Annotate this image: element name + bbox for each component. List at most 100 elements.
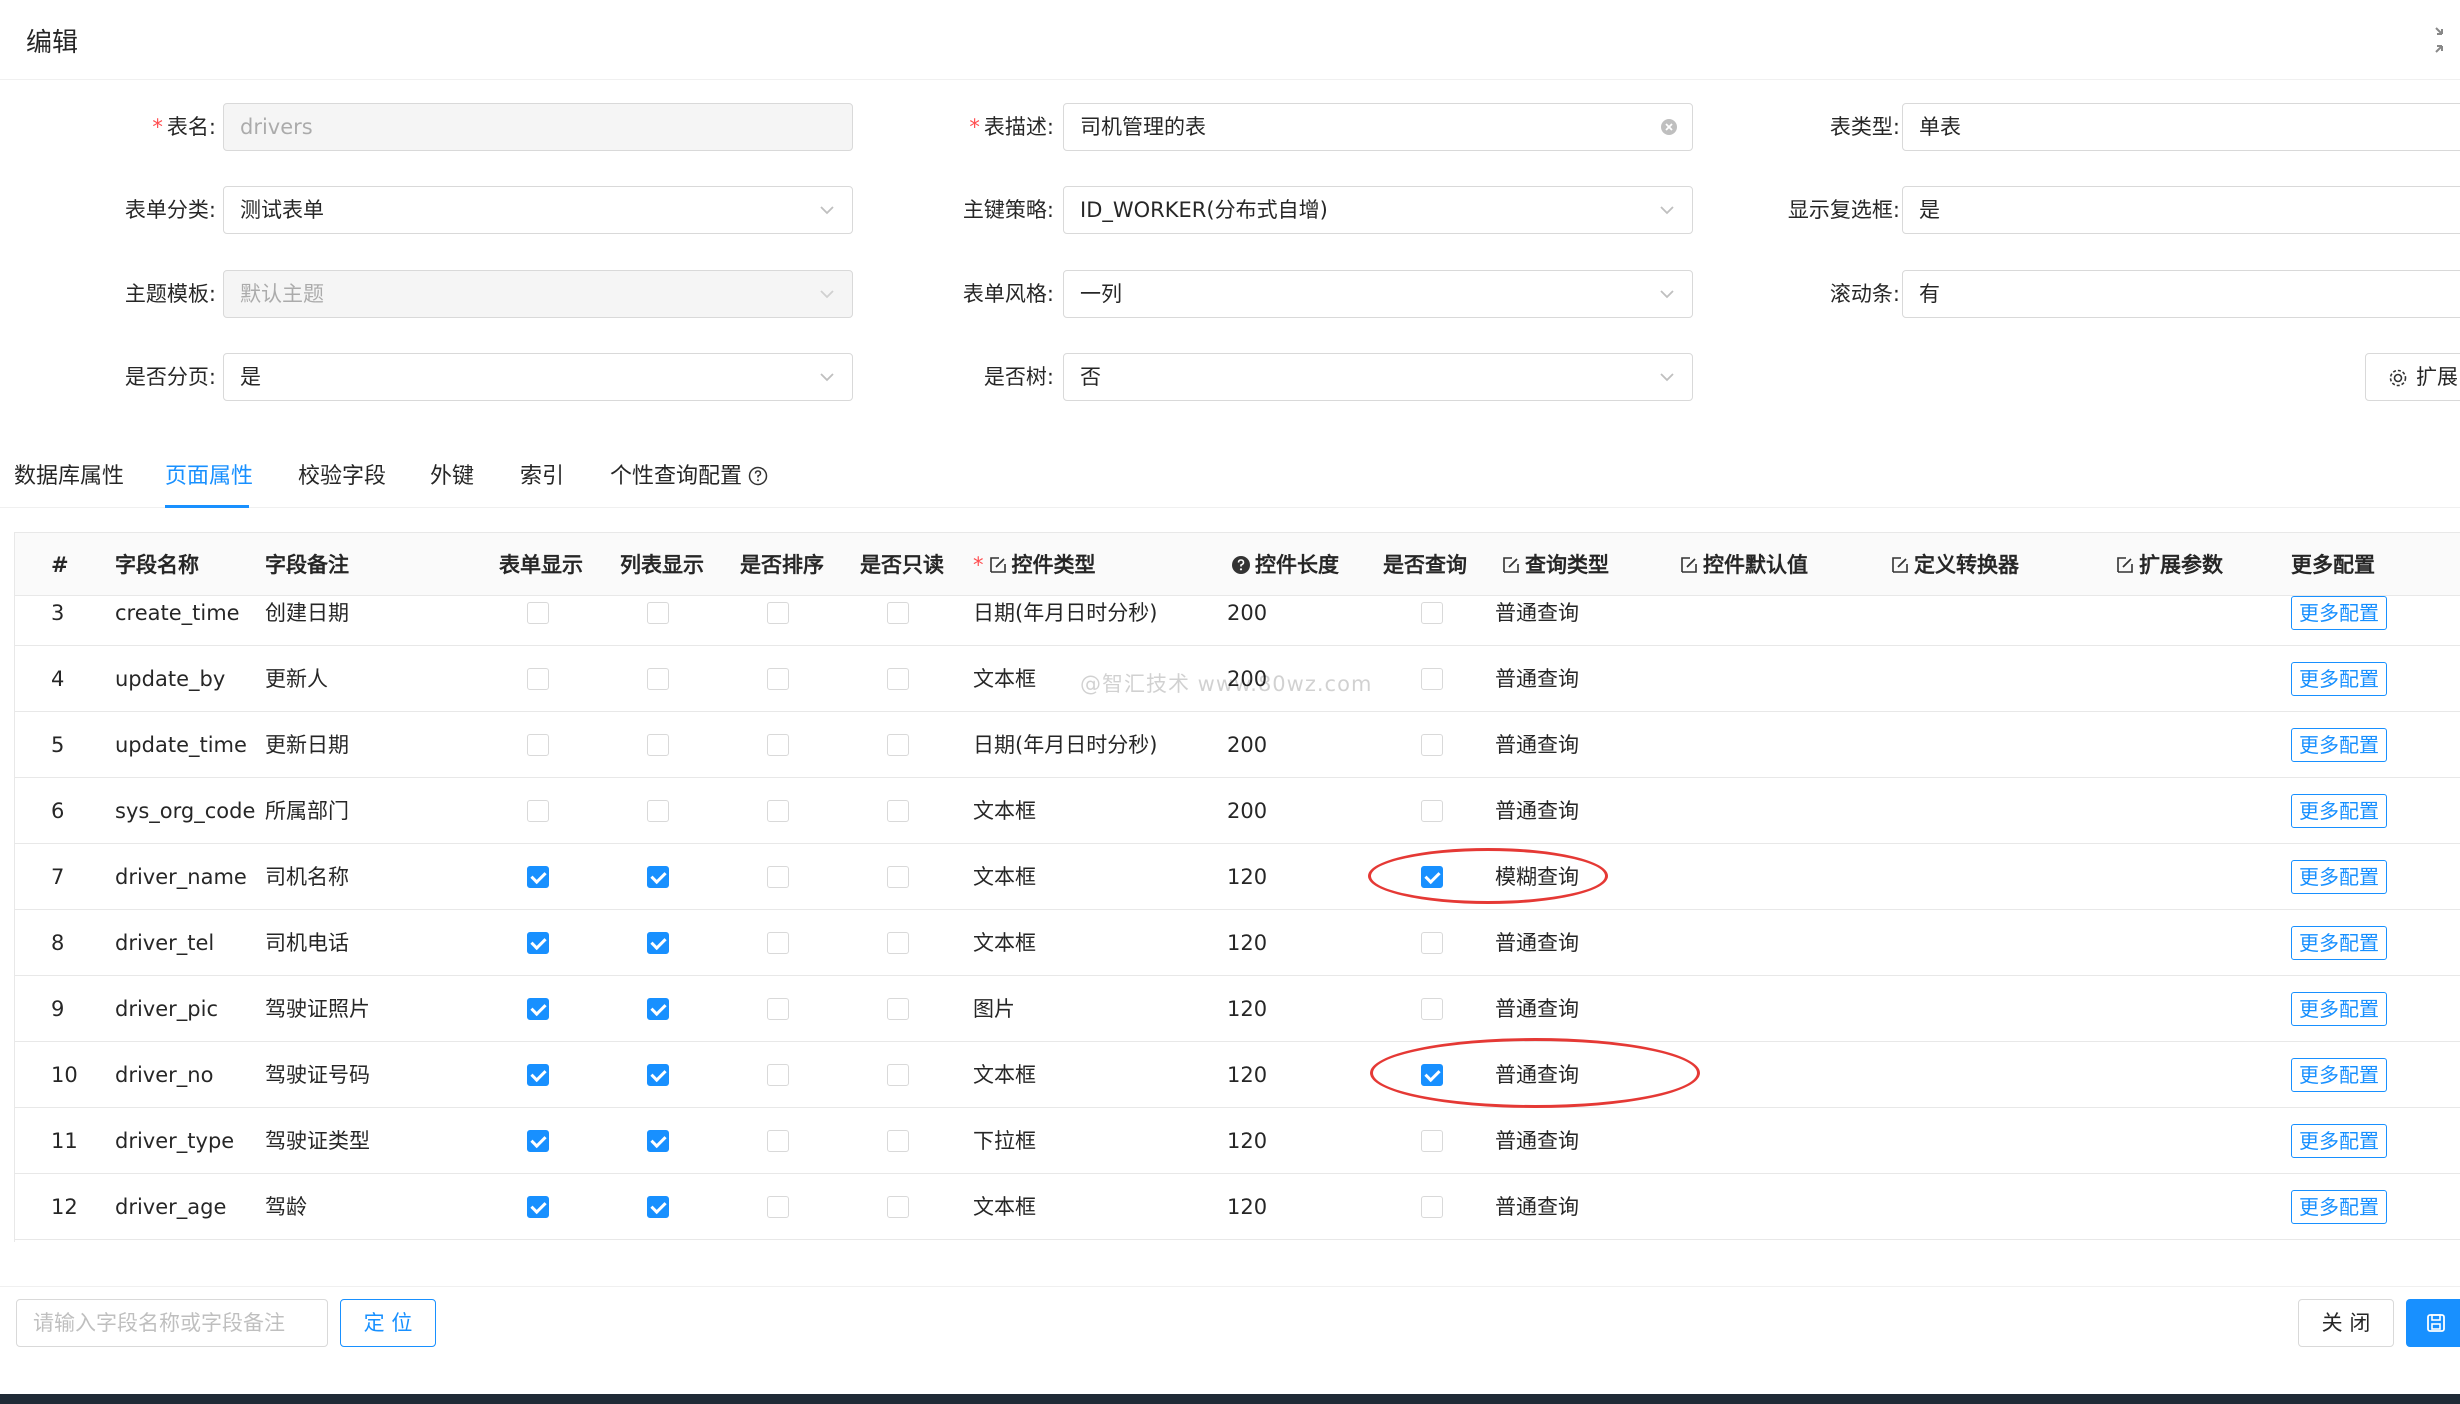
form-category-select[interactable]: 测试表单 <box>223 186 853 234</box>
form-style-value: 一列 <box>1080 282 1122 306</box>
is-tree-value: 否 <box>1080 365 1101 389</box>
table-type-select[interactable]: 单表 <box>1902 103 2460 151</box>
chevron-down-icon <box>1660 290 1674 299</box>
sort-checkbox[interactable] <box>767 800 789 822</box>
extend-button[interactable]: 扩展 <box>2365 353 2460 401</box>
field-remark-cell: 驾驶证号码 <box>265 1063 370 1087</box>
readonly-checkbox[interactable] <box>887 866 909 888</box>
paging-select[interactable]: 是 <box>223 353 853 401</box>
readonly-checkbox[interactable] <box>887 800 909 822</box>
more-config-button[interactable]: 更多配置 <box>2291 926 2387 960</box>
readonly-checkbox[interactable] <box>887 1064 909 1086</box>
list-show-checkbox[interactable] <box>647 800 669 822</box>
form-show-checkbox[interactable] <box>527 998 549 1020</box>
sort-checkbox[interactable] <box>767 1196 789 1218</box>
tab-page-props[interactable]: 页面属性 <box>165 458 253 490</box>
query-checkbox[interactable] <box>1421 932 1443 954</box>
readonly-checkbox[interactable] <box>887 998 909 1020</box>
readonly-checkbox[interactable] <box>887 932 909 954</box>
form-show-checkbox[interactable] <box>527 602 549 624</box>
tab-index[interactable]: 索引 <box>520 458 564 490</box>
table-desc-value: 司机管理的表 <box>1080 115 1206 139</box>
sort-checkbox[interactable] <box>767 866 789 888</box>
table-name-input[interactable]: drivers <box>223 103 853 151</box>
query-type-cell: 普通查询 <box>1495 1195 1579 1219</box>
form-show-checkbox[interactable] <box>527 800 549 822</box>
more-config-button[interactable]: 更多配置 <box>2291 794 2387 828</box>
show-checkbox-select[interactable]: 是 <box>1902 186 2460 234</box>
table-desc-input[interactable]: 司机管理的表 <box>1063 103 1693 151</box>
list-show-checkbox[interactable] <box>647 1130 669 1152</box>
form-style-select[interactable]: 一列 <box>1063 270 1693 318</box>
query-checkbox[interactable] <box>1421 866 1443 888</box>
readonly-checkbox[interactable] <box>887 1130 909 1152</box>
query-checkbox[interactable] <box>1421 1196 1443 1218</box>
query-checkbox[interactable] <box>1421 1064 1443 1086</box>
control-length-cell: 120 <box>1227 865 1268 889</box>
query-checkbox[interactable] <box>1421 1130 1443 1152</box>
query-checkbox[interactable] <box>1421 998 1443 1020</box>
more-config-button[interactable]: 更多配置 <box>2291 662 2387 696</box>
more-config-button[interactable]: 更多配置 <box>2291 1190 2387 1224</box>
more-config-button[interactable]: 更多配置 <box>2291 860 2387 894</box>
theme-select[interactable]: 默认主题 <box>223 270 853 318</box>
table-row: 9 driver_pic 驾驶证照片 图片 120 普通查询 更多配置 <box>15 976 2460 1042</box>
col-is-query: 是否查询 <box>1383 553 1467 577</box>
is-tree-select[interactable]: 否 <box>1063 353 1693 401</box>
sort-checkbox[interactable] <box>767 668 789 690</box>
list-show-checkbox[interactable] <box>647 668 669 690</box>
readonly-checkbox[interactable] <box>887 734 909 756</box>
list-show-checkbox[interactable] <box>647 998 669 1020</box>
save-button[interactable] <box>2406 1299 2460 1347</box>
sort-checkbox[interactable] <box>767 998 789 1020</box>
more-config-button[interactable]: 更多配置 <box>2291 1124 2387 1158</box>
list-show-checkbox[interactable] <box>647 866 669 888</box>
row-index: 8 <box>51 931 65 955</box>
col-control-default: 控件默认值 <box>1679 533 1808 597</box>
show-checkbox-label: 显示复选框: <box>1787 198 1900 222</box>
form-show-checkbox[interactable] <box>527 866 549 888</box>
close-button[interactable]: 关 闭 <box>2298 1299 2394 1347</box>
form-show-checkbox[interactable] <box>527 1064 549 1086</box>
field-remark-cell: 所属部门 <box>265 799 349 823</box>
locate-button[interactable]: 定 位 <box>340 1299 436 1347</box>
sort-checkbox[interactable] <box>767 1130 789 1152</box>
tab-validate-fields[interactable]: 校验字段 <box>298 458 386 490</box>
list-show-checkbox[interactable] <box>647 1196 669 1218</box>
form-show-checkbox[interactable] <box>527 932 549 954</box>
sort-checkbox[interactable] <box>767 734 789 756</box>
more-config-button[interactable]: 更多配置 <box>2291 1058 2387 1092</box>
form-show-checkbox[interactable] <box>527 668 549 690</box>
form-show-checkbox[interactable] <box>527 734 549 756</box>
form-show-checkbox[interactable] <box>527 1130 549 1152</box>
more-config-button[interactable]: 更多配置 <box>2291 728 2387 762</box>
readonly-checkbox[interactable] <box>887 602 909 624</box>
form-show-checkbox[interactable] <box>527 1196 549 1218</box>
readonly-checkbox[interactable] <box>887 1196 909 1218</box>
list-show-checkbox[interactable] <box>647 734 669 756</box>
list-show-checkbox[interactable] <box>647 932 669 954</box>
fullscreen-icon[interactable] <box>2430 26 2460 54</box>
sort-checkbox[interactable] <box>767 1064 789 1086</box>
query-checkbox[interactable] <box>1421 800 1443 822</box>
sort-checkbox[interactable] <box>767 602 789 624</box>
readonly-checkbox[interactable] <box>887 668 909 690</box>
tab-db-props[interactable]: 数据库属性 <box>14 458 124 490</box>
control-type-cell: 日期(年月日时分秒) <box>973 601 1158 625</box>
list-show-checkbox[interactable] <box>647 1064 669 1086</box>
pk-strategy-select[interactable]: ID_WORKER(分布式自增) <box>1063 186 1693 234</box>
tab-foreign-key[interactable]: 外键 <box>430 458 474 490</box>
list-show-checkbox[interactable] <box>647 602 669 624</box>
more-config-button[interactable]: 更多配置 <box>2291 992 2387 1026</box>
form-row-4: 是否分页: 是 是否树: 否 <box>0 353 2460 401</box>
edit-modal: 编辑 * 表名: drivers * 表描述: 司机管理的表 表类型: 单表 表单分… <box>0 0 2460 1394</box>
sort-checkbox[interactable] <box>767 932 789 954</box>
query-checkbox[interactable] <box>1421 734 1443 756</box>
query-checkbox[interactable] <box>1421 668 1443 690</box>
more-config-button[interactable]: 更多配置 <box>2291 596 2387 630</box>
tab-custom-query[interactable]: 个性查询配置 <box>610 458 768 490</box>
field-search-input[interactable] <box>16 1299 328 1347</box>
scrollbar-select[interactable]: 有 <box>1902 270 2460 318</box>
clear-icon[interactable] <box>1660 118 1678 136</box>
query-checkbox[interactable] <box>1421 602 1443 624</box>
